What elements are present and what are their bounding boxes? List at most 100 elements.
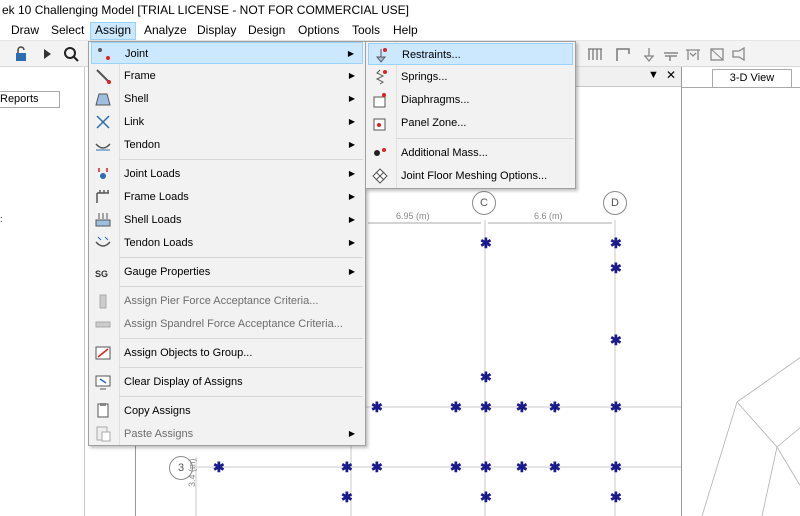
joint-marker[interactable]: ✱ bbox=[450, 459, 462, 476]
menu-item-spandrel-force[interactable]: Assign Spandrel Force Acceptance Criteri… bbox=[91, 313, 363, 335]
menu-item-frame[interactable]: Frame ▶ bbox=[91, 65, 363, 87]
submenu-arrow-icon: ▶ bbox=[348, 429, 355, 438]
frame-draw-icon[interactable] bbox=[614, 45, 632, 63]
joint-marker[interactable]: ✱ bbox=[610, 235, 622, 252]
joint-marker[interactable]: ✱ bbox=[341, 459, 353, 476]
lock-icon[interactable] bbox=[12, 45, 30, 63]
copy-icon bbox=[94, 402, 112, 420]
joint-loads-icon bbox=[94, 165, 112, 183]
menu-separator bbox=[119, 396, 363, 397]
submenu-arrow-icon: ▶ bbox=[348, 71, 355, 80]
run-analysis-icon[interactable] bbox=[38, 45, 56, 63]
submenu-arrow-icon: ▶ bbox=[348, 169, 355, 178]
menu-options[interactable]: Options bbox=[294, 22, 343, 40]
menu-item-frame-loads[interactable]: Frame Loads ▶ bbox=[91, 186, 363, 208]
joint-marker[interactable]: ✱ bbox=[610, 260, 622, 277]
joint-marker[interactable]: ✱ bbox=[610, 459, 622, 476]
wall-tool-icon[interactable] bbox=[708, 45, 726, 63]
menu-draw[interactable]: Draw bbox=[7, 22, 43, 40]
joint-icon bbox=[95, 45, 113, 63]
restraint-tool-icon[interactable] bbox=[640, 45, 658, 63]
svg-text:SG: SG bbox=[95, 269, 108, 279]
joint-marker[interactable]: ✱ bbox=[371, 459, 383, 476]
3d-model-lines bbox=[701, 357, 800, 516]
menu-item-tendon-loads[interactable]: Tendon Loads ▶ bbox=[91, 232, 363, 254]
beam-tool-icon[interactable] bbox=[684, 45, 702, 63]
joint-marker[interactable]: ✱ bbox=[480, 399, 492, 416]
joint-marker[interactable]: ✱ bbox=[480, 235, 492, 252]
joint-marker[interactable]: ✱ bbox=[610, 332, 622, 349]
menu-item-gauge-properties[interactable]: SG Gauge Properties ▶ bbox=[91, 261, 363, 283]
menu-design[interactable]: Design bbox=[244, 22, 289, 40]
menu-item-copy-assigns[interactable]: Copy Assigns bbox=[91, 400, 363, 422]
menu-assign[interactable]: Assign bbox=[90, 22, 137, 40]
menu-item-diaphragms[interactable]: Diaphragms... bbox=[368, 89, 573, 111]
window-title: ek 10 Challenging Model [TRIAL LICENSE -… bbox=[0, 0, 800, 20]
menu-item-pier-force[interactable]: Assign Pier Force Acceptance Criteria... bbox=[91, 290, 363, 312]
dimension-label: 6.6 (m) bbox=[534, 211, 563, 221]
joint-marker[interactable]: ✱ bbox=[480, 489, 492, 506]
restraints-icon bbox=[372, 46, 390, 64]
model-explorer-panel: Reports : bbox=[0, 67, 85, 516]
submenu-arrow-icon: ▶ bbox=[348, 215, 355, 224]
tendon-loads-icon bbox=[94, 234, 112, 252]
shell-loads-icon bbox=[94, 211, 112, 229]
menu-item-shell[interactable]: Shell ▶ bbox=[91, 88, 363, 110]
diaphragms-icon bbox=[371, 91, 389, 109]
menu-separator bbox=[396, 138, 574, 139]
menu-item-panel-zone[interactable]: Panel Zone... bbox=[368, 112, 573, 134]
reports-tab[interactable]: Reports bbox=[0, 91, 60, 108]
menu-item-shell-loads[interactable]: Shell Loads ▶ bbox=[91, 209, 363, 231]
menu-help[interactable]: Help bbox=[389, 22, 422, 40]
frame-sections-icon[interactable] bbox=[586, 45, 604, 63]
joint-marker[interactable]: ✱ bbox=[341, 489, 353, 506]
grid-bubble-d: D bbox=[603, 191, 627, 215]
slab-tool-icon[interactable] bbox=[662, 45, 680, 63]
menu-display[interactable]: Display bbox=[193, 22, 240, 40]
menu-item-assign-group[interactable]: Assign Objects to Group... bbox=[91, 342, 363, 364]
menu-item-joint[interactable]: Joint ▶ bbox=[91, 42, 363, 64]
menu-item-joint-loads[interactable]: Joint Loads ▶ bbox=[91, 163, 363, 185]
joint-marker[interactable]: ✱ bbox=[549, 459, 561, 476]
dimension-label: 6.95 (m) bbox=[396, 211, 430, 221]
menu-item-restraints[interactable]: Restraints... bbox=[368, 43, 573, 65]
submenu-arrow-icon: ▶ bbox=[348, 192, 355, 201]
3d-view-window[interactable]: 3-D View bbox=[681, 67, 800, 516]
joint-marker[interactable]: ✱ bbox=[610, 489, 622, 506]
menu-analyze[interactable]: Analyze bbox=[140, 22, 191, 40]
dimension-label: 3.4 (m) bbox=[187, 458, 197, 487]
joint-marker[interactable]: ✱ bbox=[213, 459, 225, 476]
joint-marker[interactable]: ✱ bbox=[516, 399, 528, 416]
joint-marker[interactable]: ✱ bbox=[549, 399, 561, 416]
menu-tools[interactable]: Tools bbox=[348, 22, 384, 40]
spandrel-icon bbox=[94, 315, 112, 333]
menu-item-springs[interactable]: Springs... bbox=[368, 66, 573, 88]
pier-icon bbox=[94, 292, 112, 310]
submenu-arrow-icon: ▶ bbox=[348, 140, 355, 149]
joint-marker[interactable]: ✱ bbox=[450, 399, 462, 416]
menu-item-additional-mass[interactable]: Additional Mass... bbox=[368, 142, 573, 164]
joint-marker[interactable]: ✱ bbox=[610, 399, 622, 416]
joint-marker[interactable]: ✱ bbox=[371, 399, 383, 416]
menu-select[interactable]: Select bbox=[47, 22, 88, 40]
joint-marker[interactable]: ✱ bbox=[516, 459, 528, 476]
meshing-icon bbox=[371, 167, 389, 185]
menu-separator bbox=[119, 367, 363, 368]
menu-item-paste-assigns[interactable]: Paste Assigns ▶ bbox=[91, 423, 363, 445]
zoom-icon[interactable] bbox=[62, 45, 80, 63]
menu-item-clear-display[interactable]: Clear Display of Assigns bbox=[91, 371, 363, 393]
frame-icon bbox=[94, 67, 112, 85]
menu-item-tendon[interactable]: Tendon ▶ bbox=[91, 134, 363, 156]
joint-submenu: Restraints... Springs... Diaphragms... P… bbox=[365, 41, 576, 189]
link-icon bbox=[94, 113, 112, 131]
panel-zone-icon bbox=[371, 114, 389, 132]
submenu-arrow-icon: ▶ bbox=[348, 267, 355, 276]
menu-separator bbox=[119, 159, 363, 160]
group-icon bbox=[94, 344, 112, 362]
speaker-tool-icon[interactable] bbox=[730, 45, 748, 63]
menu-item-floor-meshing[interactable]: Joint Floor Meshing Options... bbox=[368, 165, 573, 187]
joint-marker[interactable]: ✱ bbox=[480, 369, 492, 386]
joint-marker[interactable]: ✱ bbox=[480, 459, 492, 476]
submenu-arrow-icon: ▶ bbox=[348, 238, 355, 247]
menu-item-link[interactable]: Link ▶ bbox=[91, 111, 363, 133]
